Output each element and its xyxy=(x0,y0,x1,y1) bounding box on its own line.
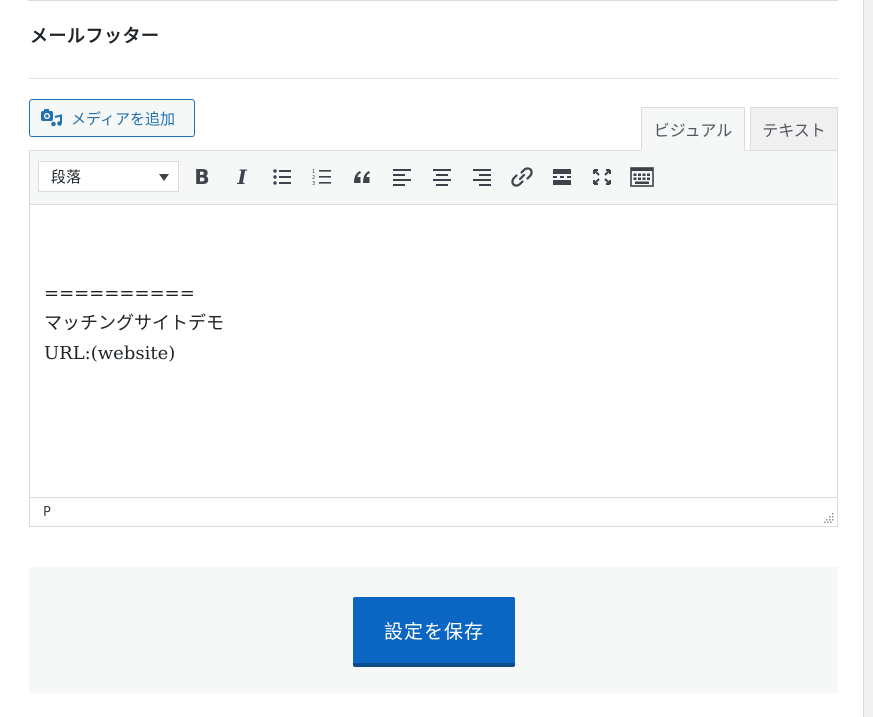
section-divider xyxy=(28,78,838,79)
element-path[interactable]: P xyxy=(43,505,51,520)
bold-icon: B xyxy=(194,165,210,189)
content-line: URL:(website) xyxy=(44,343,176,364)
italic-button[interactable]: I xyxy=(228,163,256,191)
section-title: メールフッター xyxy=(30,26,160,47)
top-divider xyxy=(28,0,838,1)
resize-handle-icon[interactable] xyxy=(824,513,834,523)
insert-link-button[interactable] xyxy=(508,163,536,191)
tab-visual[interactable]: ビジュアル xyxy=(641,107,745,151)
save-area: 設定を保存 xyxy=(29,567,838,693)
align-left-icon xyxy=(393,169,411,186)
format-select-value: 段落 xyxy=(51,168,82,186)
align-right-button[interactable] xyxy=(468,163,496,191)
numbered-list-button[interactable]: 1 2 3 xyxy=(308,163,336,191)
content-line: マッチングサイトデモ xyxy=(44,313,224,334)
add-media-button[interactable]: メディアを追加 xyxy=(29,99,195,137)
keyboard-icon xyxy=(630,167,654,187)
bulleted-list-icon xyxy=(273,169,291,185)
settings-panel: メールフッター メディアを追加 ビジュアル テキスト 段落 B I 1 2 3 … xyxy=(0,0,864,717)
add-media-label: メディアを追加 xyxy=(71,109,175,128)
editor-toolbar: 段落 B I 1 2 3 xyxy=(30,151,837,205)
align-center-button[interactable] xyxy=(428,163,456,191)
align-center-icon xyxy=(433,169,451,186)
numbered-list-icon: 1 2 3 xyxy=(312,169,331,186)
media-camera-music-icon xyxy=(40,108,62,128)
editor-content[interactable]: ========== マッチングサイトデモ URL:(website) xyxy=(44,279,824,369)
read-more-button[interactable] xyxy=(548,163,576,191)
tab-text[interactable]: テキスト xyxy=(750,107,838,151)
align-right-icon xyxy=(473,169,491,186)
editor-statusbar: P xyxy=(30,497,837,526)
blockquote-icon xyxy=(354,171,370,183)
italic-icon: I xyxy=(237,165,247,189)
save-settings-button[interactable]: 設定を保存 xyxy=(353,597,515,667)
bulleted-list-button[interactable] xyxy=(268,163,296,191)
link-icon xyxy=(511,167,533,187)
toolbar-toggle-button[interactable] xyxy=(628,163,656,191)
content-line: ========== xyxy=(44,283,195,304)
align-left-button[interactable] xyxy=(388,163,416,191)
blockquote-button[interactable] xyxy=(348,163,376,191)
fullscreen-button[interactable] xyxy=(588,163,616,191)
wysiwyg-editor: 段落 B I 1 2 3 ========== マッチングサイトデモ URL:(… xyxy=(29,150,838,527)
svg-text:3: 3 xyxy=(312,181,315,186)
read-more-icon xyxy=(553,169,571,185)
format-select[interactable]: 段落 xyxy=(38,161,179,192)
bold-button[interactable]: B xyxy=(188,163,216,191)
fullscreen-icon xyxy=(593,169,611,185)
chevron-down-icon xyxy=(159,174,169,181)
